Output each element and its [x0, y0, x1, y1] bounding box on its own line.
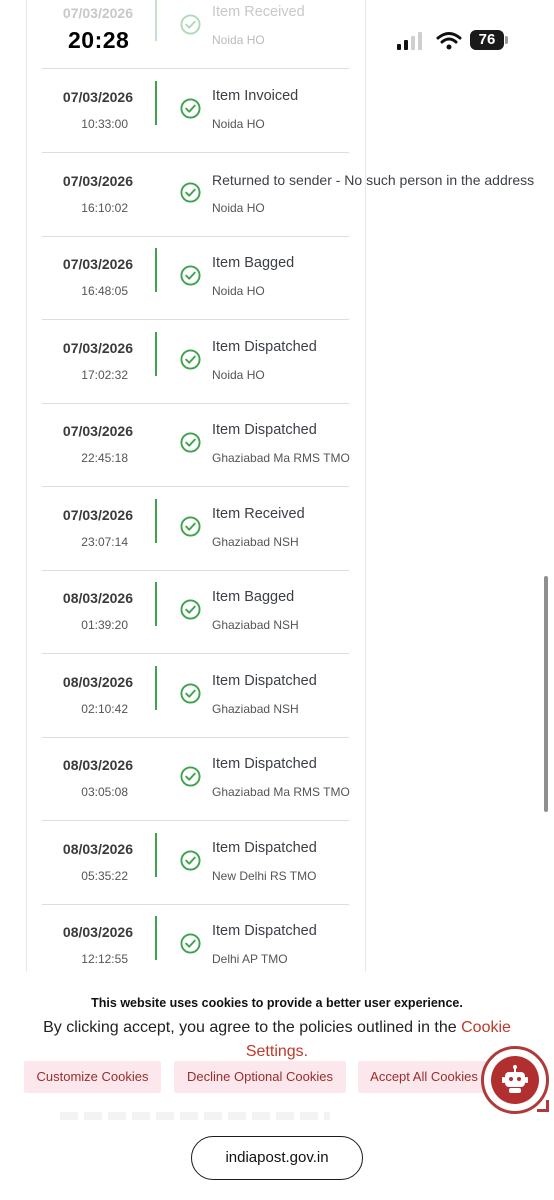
tracking-row: 08/03/2026 05:35:22 Item Dispatched New …	[42, 821, 349, 905]
event-status: Item Invoiced	[212, 88, 299, 104]
event-office: Ghaziabad Ma RMS TMO	[212, 451, 350, 465]
screen: 07/03/2026 Item Received Noida HO 07/03/…	[0, 0, 554, 1200]
check-circle-icon	[180, 14, 201, 35]
event-status: Item Bagged	[212, 255, 295, 271]
check-circle-icon	[180, 599, 201, 620]
signal-icon	[397, 32, 422, 50]
event-date: 07/03/2026	[62, 507, 133, 523]
event-date: 08/03/2026	[62, 674, 133, 690]
chatbot-icon	[491, 1056, 539, 1104]
decline-cookies-button[interactable]: Decline Optional Cookies	[174, 1061, 346, 1093]
check-circle-icon	[180, 683, 201, 704]
event-office: Delhi AP TMO	[212, 952, 288, 966]
event-status: Item Dispatched	[212, 923, 317, 939]
timeline-line	[155, 332, 157, 376]
event-office: New Delhi RS TMO	[212, 869, 317, 883]
event-date: 07/03/2026	[62, 423, 133, 439]
cookie-body: By clicking accept, you agree to the pol…	[43, 1019, 462, 1036]
event-date: 08/03/2026	[62, 924, 133, 940]
event-time: 16:10:02	[81, 201, 128, 215]
cookie-title: This website uses cookies to provide a b…	[91, 996, 463, 1010]
check-circle-icon	[180, 265, 201, 286]
event-status: Item Dispatched	[212, 339, 317, 355]
tracking-row: 07/03/2026 16:48:05 Item Bagged Noida HO	[42, 236, 349, 320]
event-date: 08/03/2026	[62, 841, 133, 857]
event-time: 12:12:55	[81, 952, 128, 966]
event-status: Item Received	[212, 4, 305, 20]
event-time: 16:48:05	[81, 284, 128, 298]
check-circle-icon	[180, 933, 201, 954]
event-time: 03:05:08	[81, 785, 128, 799]
timeline-line	[155, 833, 157, 877]
event-time: 22:45:18	[81, 451, 128, 465]
tracking-row: 07/03/2026 17:02:32 Item Dispatched Noid…	[42, 320, 349, 404]
event-status: Item Dispatched	[212, 756, 317, 772]
check-circle-icon	[180, 182, 201, 203]
tracking-row: 08/03/2026 02:10:42 Item Dispatched Ghaz…	[42, 654, 349, 738]
chatbot-button[interactable]	[481, 1046, 549, 1114]
check-circle-icon	[180, 850, 201, 871]
check-circle-icon	[180, 432, 201, 453]
url-bar[interactable]: indiapost.gov.in	[191, 1136, 363, 1180]
event-date: 07/03/2026	[62, 5, 133, 21]
event-status: Item Bagged	[212, 589, 295, 605]
event-status: Returned to sender - No such person in t…	[212, 172, 535, 188]
timeline-line	[155, 666, 157, 710]
event-office: Ghaziabad Ma RMS TMO	[212, 785, 350, 799]
battery-indicator: 76	[470, 30, 504, 50]
battery-tip	[505, 36, 508, 44]
event-status: Item Dispatched	[212, 840, 317, 856]
tracking-row: 07/03/2026 10:33:00 Item Invoiced Noida …	[42, 69, 349, 153]
check-circle-icon	[180, 98, 201, 119]
tracking-row: 07/03/2026 22:45:18 Item Dispatched Ghaz…	[42, 403, 350, 487]
event-date: 07/03/2026	[62, 340, 133, 356]
wifi-icon	[436, 32, 462, 50]
event-date: 08/03/2026	[62, 590, 133, 606]
event-status: Item Dispatched	[212, 422, 317, 438]
cookie-text: By clicking accept, you agree to the pol…	[20, 1016, 534, 1064]
tracking-row: 08/03/2026 03:05:08 Item Dispatched Ghaz…	[42, 737, 350, 821]
event-date: 07/03/2026	[62, 89, 133, 105]
event-time: 05:35:22	[81, 869, 128, 883]
customize-cookies-button[interactable]: Customize Cookies	[24, 1061, 161, 1093]
check-circle-icon	[180, 349, 201, 370]
tracking-row: 07/03/2026 23:07:14 Item Received Ghazia…	[42, 487, 349, 571]
event-office: Ghaziabad NSH	[212, 702, 299, 716]
status-bar-icons: 76	[396, 30, 516, 52]
event-office: Noida HO	[212, 33, 265, 47]
event-status: Item Received	[212, 506, 305, 522]
robot-icon	[502, 1065, 528, 1093]
event-office: Noida HO	[212, 368, 265, 382]
event-time: 23:07:14	[81, 535, 128, 549]
event-time: 10:33:00	[81, 117, 128, 131]
timeline-line	[155, 0, 157, 41]
event-date: 07/03/2026	[62, 173, 133, 189]
event-date: 07/03/2026	[62, 256, 133, 272]
timeline-line	[155, 248, 157, 292]
event-time: 17:02:32	[81, 368, 128, 382]
accept-cookies-button[interactable]: Accept All Cookies	[358, 1061, 490, 1093]
check-circle-icon	[180, 766, 201, 787]
event-office: Ghaziabad NSH	[212, 618, 299, 632]
event-office: Ghaziabad NSH	[212, 535, 299, 549]
event-office: Noida HO	[212, 284, 265, 298]
tracking-row: 08/03/2026 01:39:20 Item Bagged Ghaziaba…	[42, 570, 349, 654]
event-time: 02:10:42	[81, 702, 128, 716]
timeline-line	[155, 582, 157, 626]
scrollbar[interactable]	[544, 576, 548, 812]
event-time: 01:39:20	[81, 618, 128, 632]
status-bar-time: 20:28	[68, 27, 130, 53]
tracking-row: 07/03/2026 16:10:02 Returned to sender -…	[42, 153, 534, 237]
event-office: Noida HO	[212, 117, 265, 131]
check-circle-icon	[180, 516, 201, 537]
faded-text	[60, 1112, 330, 1120]
timeline-line	[155, 916, 157, 960]
event-office: Noida HO	[212, 201, 265, 215]
timeline-line	[155, 499, 157, 543]
timeline-line	[155, 81, 157, 125]
event-date: 08/03/2026	[62, 757, 133, 773]
event-status: Item Dispatched	[212, 673, 317, 689]
